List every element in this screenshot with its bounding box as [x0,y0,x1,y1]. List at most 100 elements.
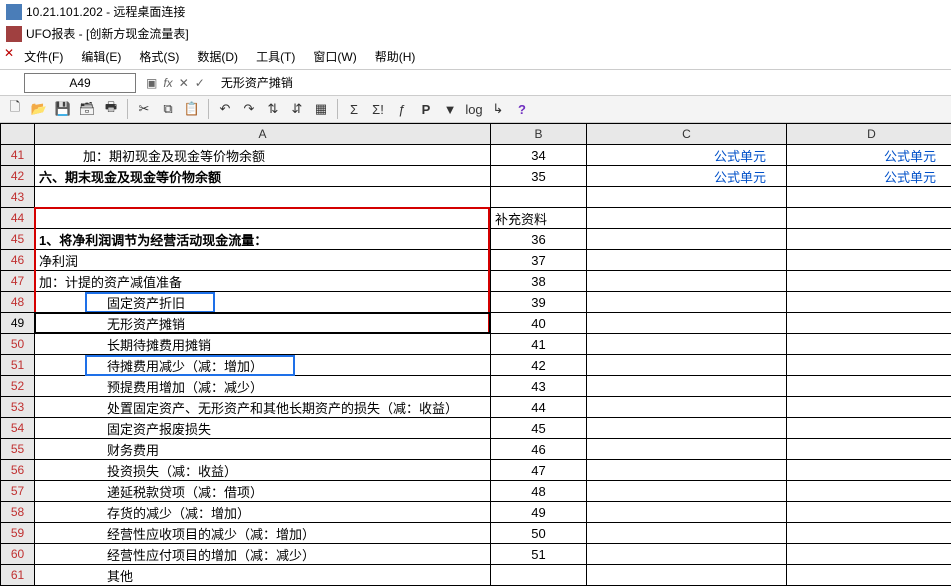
cell-b[interactable]: 34 [491,145,587,166]
cell-c[interactable] [587,376,787,397]
cell-d[interactable] [787,292,951,313]
table-row[interactable]: 59经营性应收项目的减少（减：增加）50 [1,523,951,544]
table-row[interactable]: 44补充资料 [1,208,951,229]
cell-c[interactable] [587,397,787,418]
row-header[interactable]: 41 [1,145,35,166]
menu-file[interactable]: 文件(F) [16,46,71,67]
sigma2-icon[interactable]: Σ! [367,98,389,120]
copy-icon[interactable]: ⧉ [157,98,179,120]
table-row[interactable]: 50长期待摊费用摊销41 [1,334,951,355]
cell-d[interactable] [787,250,951,271]
cell-c[interactable] [587,313,787,334]
cell-a[interactable] [35,187,491,208]
cell-c[interactable] [587,544,787,565]
row-header[interactable]: 51 [1,355,35,376]
close-x-icon[interactable]: ✕ [4,46,14,67]
cell-d[interactable] [787,208,951,229]
cell-a[interactable]: 无形资产摊销 [35,313,491,334]
cell-b[interactable] [491,187,587,208]
table-row[interactable]: 53处置固定资产、无形资产和其他长期资产的损失（减：收益）44 [1,397,951,418]
row-header[interactable]: 48 [1,292,35,313]
row-header[interactable]: 56 [1,460,35,481]
cell-c[interactable] [587,502,787,523]
cell-b[interactable]: 补充资料 [491,208,587,229]
col-header-a[interactable]: A [35,124,491,145]
cell-a[interactable]: 预提费用增加（减：减少） [35,376,491,397]
cell-d[interactable] [787,229,951,250]
formula-bar[interactable]: 无形资产摊销 [215,72,947,93]
print-icon[interactable]: 🖶 [100,98,122,120]
row-header[interactable]: 43 [1,187,35,208]
cell-a[interactable]: 递延税款贷项（减：借项） [35,481,491,502]
flag-icon[interactable]: ▼ [439,98,461,120]
row-header[interactable]: 54 [1,418,35,439]
cell-b[interactable]: 47 [491,460,587,481]
col-header-b[interactable]: B [491,124,587,145]
cell-b[interactable]: 35 [491,166,587,187]
cell-c[interactable]: 公式单元 [587,145,787,166]
cell-d[interactable] [787,187,951,208]
menu-data[interactable]: 数据(D) [189,46,246,67]
cell-b[interactable]: 49 [491,502,587,523]
row-header[interactable]: 45 [1,229,35,250]
cell-b[interactable]: 36 [491,229,587,250]
row-header[interactable]: 59 [1,523,35,544]
cell-a[interactable]: 长期待摊费用摊销 [35,334,491,355]
table-row[interactable]: 43 [1,187,951,208]
cell-b[interactable]: 43 [491,376,587,397]
cell-d[interactable] [787,544,951,565]
cell-b[interactable]: 48 [491,481,587,502]
table-row[interactable]: 42六、期末现金及现金等价物余额35公式单元公式单元 [1,166,951,187]
cell-a[interactable]: 1、将净利润调节为经营活动现金流量： [35,229,491,250]
table-row[interactable]: 46净利润37 [1,250,951,271]
cell-d[interactable] [787,334,951,355]
cell-d[interactable] [787,271,951,292]
name-box[interactable]: A49 [24,73,136,93]
cell-c[interactable] [587,355,787,376]
cell-b[interactable]: 38 [491,271,587,292]
spreadsheet[interactable]: A B C D 41加：期初现金及现金等价物余额34公式单元公式单元42六、期末… [0,123,951,586]
cell-a[interactable]: 存货的减少（减：增加） [35,502,491,523]
bold-p-icon[interactable]: P [415,98,437,120]
sigma-icon[interactable]: Σ [343,98,365,120]
row-header[interactable]: 49 [1,313,35,334]
cell-a[interactable]: 经营性应付项目的增加（减：减少） [35,544,491,565]
col-header-d[interactable]: D [787,124,951,145]
cell-c[interactable] [587,460,787,481]
cell-a[interactable] [35,208,491,229]
row-header[interactable]: 46 [1,250,35,271]
row-header[interactable]: 60 [1,544,35,565]
table-row[interactable]: 55财务费用46 [1,439,951,460]
menu-format[interactable]: 格式(S) [131,46,187,67]
cell-a[interactable]: 投资损失（减：收益） [35,460,491,481]
row-header[interactable]: 57 [1,481,35,502]
cell-a[interactable]: 固定资产报废损失 [35,418,491,439]
cell-d[interactable] [787,523,951,544]
filter-icon[interactable]: ▦ [310,98,332,120]
table-row[interactable]: 57递延税款贷项（减：借项）48 [1,481,951,502]
row-header[interactable]: 47 [1,271,35,292]
table-row[interactable]: 47加：计提的资产减值准备38 [1,271,951,292]
cell-a[interactable]: 加：期初现金及现金等价物余额 [35,145,491,166]
save-icon[interactable]: 💾 [52,98,74,120]
cell-c[interactable] [587,439,787,460]
cell-b[interactable]: 41 [491,334,587,355]
sort-desc-icon[interactable]: ⇵ [286,98,308,120]
table-row[interactable]: 54固定资产报废损失45 [1,418,951,439]
table-row[interactable]: 451、将净利润调节为经营活动现金流量：36 [1,229,951,250]
cell-b[interactable]: 51 [491,544,587,565]
cell-c[interactable] [587,271,787,292]
row-header[interactable]: 61 [1,565,35,586]
col-header-c[interactable]: C [587,124,787,145]
cell-d[interactable] [787,355,951,376]
select-all-corner[interactable] [1,124,35,145]
ruler-icon[interactable]: ↳ [487,98,509,120]
cell-d[interactable] [787,565,951,586]
row-header[interactable]: 53 [1,397,35,418]
cell-b[interactable]: 39 [491,292,587,313]
cell-b[interactable]: 46 [491,439,587,460]
cell-b[interactable]: 40 [491,313,587,334]
cell-b[interactable]: 45 [491,418,587,439]
cell-d[interactable]: 公式单元 [787,145,951,166]
cell-c[interactable] [587,208,787,229]
